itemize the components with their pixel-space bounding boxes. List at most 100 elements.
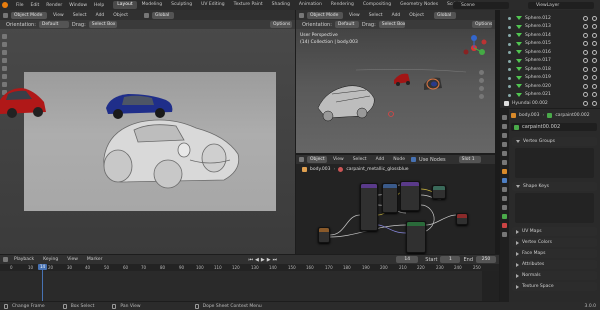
left-viewport[interactable]: Object Mode View Select Add Object Globa… [0, 10, 295, 254]
panel-normals[interactable]: Normals [512, 271, 597, 280]
global-dropdown[interactable]: Global [151, 11, 174, 19]
visibility-icon[interactable] [583, 92, 588, 97]
list-item[interactable]: Sphere.017 [500, 57, 600, 66]
view-layer-tab-icon[interactable] [502, 142, 507, 147]
node-editor[interactable]: Object View Select Add Node Use Nodes Sl… [296, 155, 495, 254]
outliner[interactable]: Sphere.012 Sphere.013 Sphere.014 Sphere.… [500, 10, 600, 108]
list-item[interactable]: Sphere.021 [500, 91, 600, 100]
texture-node[interactable] [318, 227, 330, 243]
shape-keys-list[interactable] [515, 193, 594, 223]
camera-icon[interactable] [592, 41, 597, 46]
menu-keying[interactable]: Keying [40, 257, 61, 262]
current-frame-field[interactable]: 14 [396, 256, 419, 263]
transform-icon[interactable] [143, 12, 149, 18]
mode-dropdown[interactable]: Object Mode [307, 11, 343, 19]
output-tab-icon[interactable] [502, 133, 507, 138]
world-tab-icon[interactable] [502, 160, 507, 165]
visibility-icon[interactable] [583, 58, 588, 63]
orientation-dropdown[interactable]: Default [38, 21, 69, 28]
menu-select[interactable]: Select [366, 13, 386, 18]
scene-tab-icon[interactable] [502, 151, 507, 156]
editor-type-icon[interactable] [299, 12, 304, 18]
tab-animation[interactable]: Animation [295, 1, 326, 9]
visibility-icon[interactable] [583, 100, 588, 106]
view-layer-selector[interactable]: ViewLayer [528, 1, 594, 9]
camera-icon[interactable] [592, 83, 597, 89]
mode-dropdown[interactable]: Object Mode [11, 11, 47, 19]
menu-edit[interactable]: Edit [28, 3, 43, 8]
properties-editor[interactable]: body.003 › carpaint00.002 carpaint00.002… [500, 109, 600, 302]
visibility-icon[interactable] [583, 15, 588, 21]
drag-dropdown[interactable]: Select Box [88, 21, 117, 28]
visibility-icon[interactable] [583, 49, 588, 55]
move-tool-icon[interactable] [2, 50, 7, 55]
rotate-tool-icon[interactable] [2, 58, 7, 63]
list-item[interactable]: Sphere.014 [500, 31, 600, 40]
editor-type-icon[interactable] [299, 157, 304, 162]
object-type-dropdown[interactable]: Object [307, 156, 327, 163]
constraints-tab-icon[interactable] [502, 205, 507, 210]
menu-add[interactable]: Add [373, 157, 388, 162]
tab-texture-paint[interactable]: Texture Paint [230, 1, 267, 9]
mapping-node[interactable] [360, 183, 378, 231]
select-tool-icon[interactable] [2, 34, 7, 39]
particles-tab-icon[interactable] [502, 187, 507, 192]
collection-item[interactable]: Hyundai 00.002 [500, 99, 600, 108]
tab-geometry-nodes[interactable]: Geometry Nodes [396, 1, 442, 9]
tab-shading[interactable]: Shading [268, 1, 294, 9]
visibility-icon[interactable] [583, 83, 588, 89]
panel-uv-maps[interactable]: UV Maps [512, 227, 597, 236]
panel-face-maps[interactable]: Face Maps [512, 249, 597, 258]
list-item[interactable]: Sphere.016 [500, 48, 600, 57]
physics-tab-icon[interactable] [502, 196, 507, 201]
tab-compositing[interactable]: Compositing [359, 1, 395, 9]
panel-vertex-groups[interactable]: Vertex Groups [512, 137, 597, 146]
tab-layout[interactable]: Layout [113, 1, 137, 9]
camera-icon[interactable] [592, 15, 597, 21]
texture-tab-icon[interactable] [502, 232, 507, 237]
menu-playback[interactable]: Playback [11, 257, 37, 262]
tab-sculpting[interactable]: Sculpting [167, 1, 196, 9]
cursor-tool-icon[interactable] [2, 42, 7, 47]
jump-start-icon[interactable]: ⏮ [248, 257, 253, 263]
next-key-icon[interactable]: ▶ [267, 257, 271, 263]
start-frame-field[interactable]: 1 [440, 256, 461, 263]
menu-node[interactable]: Node [390, 157, 408, 162]
list-item[interactable]: Sphere.012 [500, 14, 600, 23]
use-nodes-checkbox[interactable] [411, 157, 417, 162]
visibility-icon[interactable] [583, 75, 588, 80]
slot-dropdown[interactable]: Slot 1 [458, 156, 481, 163]
scene-selector[interactable]: Scene [453, 1, 509, 9]
camera-icon[interactable] [592, 100, 597, 106]
menu-view[interactable]: View [50, 13, 67, 18]
tab-rendering[interactable]: Rendering [327, 1, 358, 9]
tab-modeling[interactable]: Modeling [138, 1, 166, 9]
end-frame-field[interactable]: 250 [476, 256, 496, 263]
camera-icon[interactable] [592, 32, 597, 38]
panel-attributes[interactable]: Attributes [512, 260, 597, 269]
visibility-icon[interactable] [583, 66, 588, 72]
mix-node-a[interactable] [382, 183, 398, 213]
timeline[interactable]: Playback Keying View Marker ⏮ ◀ ▶ ▶ ⏭ 14… [0, 255, 499, 301]
editor-type-icon[interactable] [3, 257, 8, 262]
prev-key-icon[interactable]: ◀ [255, 257, 259, 263]
camera-icon[interactable] [592, 24, 597, 29]
options-button[interactable]: Options [472, 21, 492, 28]
panel-vertex-colors[interactable]: Vertex Colors [512, 238, 597, 247]
modifier-tab-icon[interactable] [502, 178, 507, 183]
vertex-groups-list[interactable] [515, 148, 594, 178]
options-button[interactable]: Options [270, 21, 292, 28]
frame-ruler[interactable]: 0 10 20 30 40 50 60 70 80 90 100 110 120… [0, 264, 499, 271]
bsdf-node[interactable] [406, 221, 426, 253]
menu-select[interactable]: Select [350, 157, 370, 162]
list-item[interactable]: Sphere.015 [500, 40, 600, 49]
visibility-icon[interactable] [583, 24, 588, 29]
menu-view[interactable]: View [64, 257, 81, 262]
output-node[interactable] [456, 213, 468, 225]
camera-icon[interactable] [592, 49, 597, 55]
camera-icon[interactable] [592, 58, 597, 63]
visibility-icon[interactable] [583, 32, 588, 38]
menu-view[interactable]: View [346, 13, 363, 18]
list-item[interactable]: Sphere.013 [500, 23, 600, 32]
mix-node-b[interactable] [400, 181, 420, 211]
